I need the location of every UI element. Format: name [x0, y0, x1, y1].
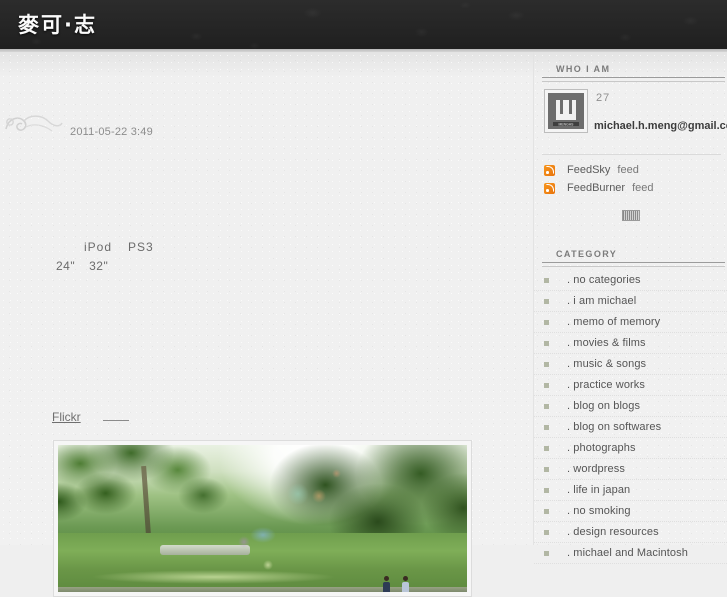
photo-cars: [160, 544, 251, 556]
widget-category: CATEGORY . no categories . i am michael …: [534, 237, 727, 564]
category-item-movies-films[interactable]: . movies & films: [534, 333, 727, 354]
secondary-link[interactable]: [102, 408, 129, 421]
post-text-32in: 32": [89, 259, 109, 273]
category-item-music-songs[interactable]: . music & songs: [534, 354, 727, 375]
profile-age: 27: [596, 92, 611, 104]
rss-icon: [544, 182, 555, 194]
sidebar: WHO I AM MENGHS 27 michael.h.meng@gmail.…: [533, 52, 727, 564]
profile-block: MENGHS 27 michael.h.meng@gmail.com: [534, 82, 727, 152]
bullet-icon: [544, 361, 549, 367]
widget-title-who-i-am: WHO I AM: [556, 64, 611, 74]
stat-badge-row: [534, 197, 727, 237]
main-content: 2011-05-22 3:49 iPod PS3 24" 32" Flickr: [0, 52, 532, 597]
category-item-blog-on-softwares[interactable]: . blog on softwares: [534, 417, 727, 438]
post-photo[interactable]: [53, 440, 472, 597]
page-body: 2011-05-22 3:49 iPod PS3 24" 32" Flickr: [0, 52, 727, 597]
category-item-no-smoking[interactable]: . no smoking: [534, 501, 727, 522]
feed-list: FeedSky feed FeedBurner feed: [534, 155, 727, 197]
photo-image: [58, 445, 467, 592]
category-label: . music & songs: [567, 358, 647, 370]
counter-badge-icon[interactable]: [621, 210, 640, 222]
bullet-icon: [544, 550, 549, 556]
bullet-icon: [544, 508, 549, 514]
category-item-no-categories[interactable]: . no categories: [534, 270, 727, 291]
category-label: . michael and Macintosh: [567, 547, 688, 559]
category-label: . practice works: [567, 379, 646, 391]
category-label: . blog on softwares: [567, 421, 662, 433]
profile-email[interactable]: michael.h.meng@gmail.com: [594, 120, 727, 132]
post-paragraph-1: iPod PS3: [56, 238, 476, 257]
category-list: . no categories . i am michael . memo of…: [534, 267, 727, 564]
category-label: . memo of memory: [567, 316, 661, 328]
category-item-life-in-japan[interactable]: . life in japan: [534, 480, 727, 501]
category-label: . design resources: [567, 526, 659, 538]
category-label: . no smoking: [567, 505, 631, 517]
site-title[interactable]: 麥可·志: [18, 9, 97, 39]
feed-item-feedburner[interactable]: FeedBurner feed: [544, 179, 727, 197]
site-header: 麥可·志: [0, 0, 727, 52]
category-label: . life in japan: [567, 484, 631, 496]
bullet-icon: [544, 466, 549, 472]
flickr-link[interactable]: Flickr: [52, 410, 81, 424]
post-timestamp: 2011-05-22 3:49: [70, 126, 153, 138]
bullet-icon: [544, 403, 549, 409]
feed-suffix: feed: [632, 182, 654, 194]
bullet-icon: [544, 487, 549, 493]
bullet-icon: [544, 340, 549, 346]
category-label: . blog on blogs: [567, 400, 641, 412]
rss-icon: [544, 164, 555, 176]
bullet-icon: [544, 298, 549, 304]
bullet-icon: [544, 319, 549, 325]
category-item-blog-on-blogs[interactable]: . blog on blogs: [534, 396, 727, 417]
photo-lawn-highlight: [90, 569, 337, 584]
photo-trees-left: [58, 445, 255, 543]
category-label: . i am michael: [567, 295, 637, 307]
post-links: Flickr: [52, 408, 129, 424]
category-label: . no categories: [567, 274, 641, 286]
category-label: . wordpress: [567, 463, 625, 475]
bullet-icon: [544, 424, 549, 430]
bullet-icon: [544, 445, 549, 451]
avatar[interactable]: MENGHS: [544, 89, 588, 133]
avatar-label: MENGHS: [559, 122, 575, 126]
category-label: . movies & films: [567, 337, 646, 349]
bullet-icon: [544, 382, 549, 388]
feed-suffix: feed: [617, 164, 639, 176]
category-label: . photographs: [567, 442, 636, 454]
category-item-practice-works[interactable]: . practice works: [534, 375, 727, 396]
post-text-ipod: iPod: [84, 240, 113, 254]
post-text-24in: 24": [56, 259, 76, 273]
category-item-wordpress[interactable]: . wordpress: [534, 459, 727, 480]
feed-name: FeedBurner: [567, 182, 626, 194]
bullet-icon: [544, 277, 549, 283]
category-item-memo-of-memory[interactable]: . memo of memory: [534, 312, 727, 333]
post-text-ps3: PS3: [128, 240, 154, 254]
category-item-photographs[interactable]: . photographs: [534, 438, 727, 459]
category-item-i-am-michael[interactable]: . i am michael: [534, 291, 727, 312]
bullet-icon: [544, 529, 549, 535]
avatar-monogram-icon: MENGHS: [548, 93, 584, 129]
widget-title-category: CATEGORY: [556, 249, 618, 259]
category-item-design-resources[interactable]: . design resources: [534, 522, 727, 543]
feed-item-feedsky[interactable]: FeedSky feed: [544, 161, 727, 179]
category-item-michael-and-macintosh[interactable]: . michael and Macintosh: [534, 543, 727, 564]
feed-name: FeedSky: [567, 164, 611, 176]
post-paragraph-2: 24" 32": [56, 257, 476, 276]
post-body: iPod PS3 24" 32": [56, 238, 476, 276]
widget-who-i-am: WHO I AM MENGHS 27 michael.h.meng@gmail.…: [534, 52, 727, 237]
